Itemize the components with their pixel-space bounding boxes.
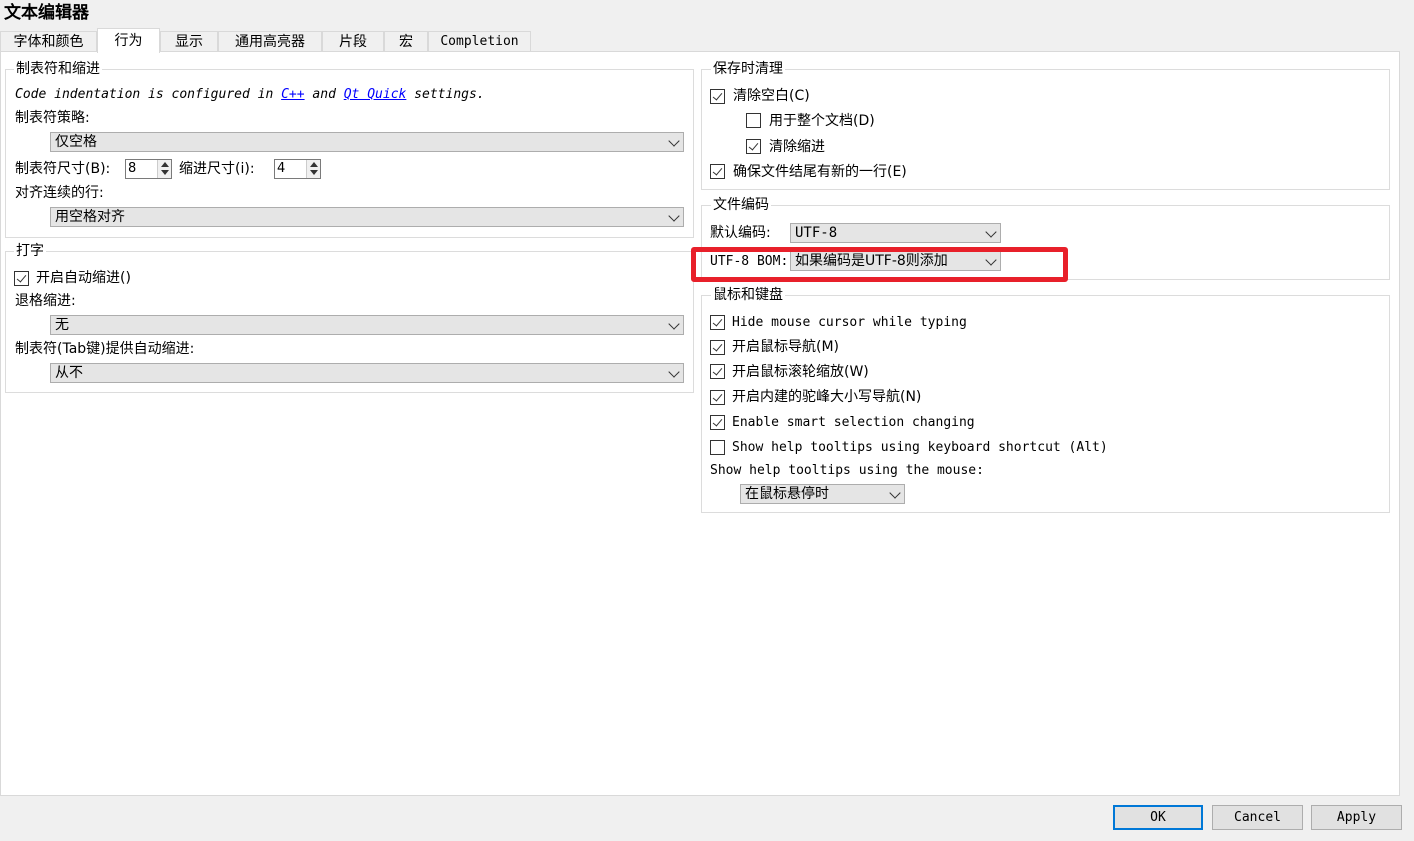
page-title: 文本编辑器 xyxy=(4,3,89,23)
mouse-navigation-label: 开启鼠标导航(M) xyxy=(732,339,840,355)
clean-whitespace-label: 清除空白(C) xyxy=(733,88,810,104)
tab-font-colors[interactable]: 字体和颜色 xyxy=(0,31,97,52)
clean-indentation-label: 清除缩进 xyxy=(769,139,825,155)
mouse-keyboard-title: 鼠标和键盘 xyxy=(711,286,785,304)
spin-up-icon xyxy=(161,162,169,167)
backspace-indent-label: 退格缩进: xyxy=(15,293,76,309)
hint-and: and xyxy=(304,87,344,102)
auto-indent-checkbox[interactable] xyxy=(14,271,29,286)
tab-policy-value: 仅空格 xyxy=(55,134,97,150)
tab-size-spinbox[interactable]: 8 xyxy=(125,159,172,179)
auto-indent-label: 开启自动缩进() xyxy=(36,270,131,286)
tab-completion[interactable]: Completion xyxy=(428,31,531,52)
indent-size-value: 4 xyxy=(277,161,286,176)
hint-text: Code indentation is configured in xyxy=(15,87,282,102)
tab-key-indent-value: 从不 xyxy=(55,365,83,381)
chevron-down-icon xyxy=(668,318,680,330)
mouse-tooltips-select[interactable]: 在鼠标悬停时 xyxy=(740,484,905,504)
typing-title: 打字 xyxy=(14,242,46,260)
chevron-down-icon xyxy=(668,366,680,378)
spin-buttons[interactable] xyxy=(157,160,171,178)
clean-indentation-checkbox[interactable] xyxy=(746,139,761,154)
hide-cursor-checkbox[interactable] xyxy=(710,315,725,330)
keyboard-tooltips-checkbox[interactable] xyxy=(710,440,725,455)
backspace-indent-select[interactable]: 无 xyxy=(50,315,684,335)
tab-behavior[interactable]: 行为 xyxy=(97,28,160,53)
entire-document-checkbox[interactable] xyxy=(746,113,761,128)
tab-policy-label: 制表符策略: xyxy=(15,110,90,126)
hint-suffix: settings. xyxy=(406,87,485,102)
wheel-zoom-label: 开启鼠标滚轮缩放(W) xyxy=(732,364,869,380)
default-encoding-select[interactable]: UTF-8 xyxy=(790,223,1001,243)
spin-buttons[interactable] xyxy=(306,160,320,178)
tab-display[interactable]: 显示 xyxy=(160,31,218,52)
chevron-down-icon xyxy=(668,210,680,222)
camelcase-navigation-label: 开启内建的驼峰大小写导航(N) xyxy=(732,389,922,405)
ensure-newline-label: 确保文件结尾有新的一行(E) xyxy=(733,164,907,180)
ensure-newline-checkbox[interactable] xyxy=(710,164,725,179)
highlight-annotation xyxy=(691,247,1068,282)
align-lines-label: 对齐连续的行: xyxy=(15,185,104,201)
smart-selection-label: Enable smart selection changing xyxy=(732,415,975,430)
mouse-tooltips-value: 在鼠标悬停时 xyxy=(745,486,829,502)
indent-size-label: 缩进尺寸(i): xyxy=(179,161,255,177)
mouse-tooltips-label: Show help tooltips using the mouse: xyxy=(710,463,984,478)
tab-key-indent-select[interactable]: 从不 xyxy=(50,363,684,383)
hide-cursor-label: Hide mouse cursor while typing xyxy=(732,315,967,330)
tab-size-label: 制表符尺寸(B): xyxy=(15,161,111,177)
chevron-down-icon xyxy=(668,135,680,147)
camelcase-navigation-checkbox[interactable] xyxy=(710,390,725,405)
cpp-settings-link[interactable]: C++ xyxy=(281,87,304,102)
keyboard-tooltips-label: Show help tooltips using keyboard shortc… xyxy=(732,440,1108,455)
spin-down-icon xyxy=(161,170,169,175)
tab-generic-highlighter[interactable]: 通用高亮器 xyxy=(218,31,322,52)
chevron-down-icon xyxy=(889,487,901,499)
wheel-zoom-checkbox[interactable] xyxy=(710,364,725,379)
tab-macros[interactable]: 宏 xyxy=(384,31,428,52)
default-encoding-label: 默认编码: xyxy=(710,225,771,241)
qtquick-settings-link[interactable]: Qt Quick xyxy=(344,87,407,102)
encoding-title: 文件编码 xyxy=(711,196,771,214)
clean-whitespace-checkbox[interactable] xyxy=(710,89,725,104)
tab-snippets[interactable]: 片段 xyxy=(322,31,384,52)
text-editor-settings: 文本编辑器 字体和颜色 行为 显示 通用高亮器 片段 宏 Completion … xyxy=(0,0,1414,841)
cancel-button[interactable]: Cancel xyxy=(1212,805,1303,830)
align-lines-select[interactable]: 用空格对齐 xyxy=(50,207,684,227)
default-encoding-value: UTF-8 xyxy=(795,225,838,241)
ok-button[interactable]: OK xyxy=(1113,805,1203,830)
indentation-hint: Code indentation is configured in C++ an… xyxy=(15,86,485,104)
tab-key-indent-label: 制表符(Tab键)提供自动缩进: xyxy=(15,341,195,357)
mouse-navigation-checkbox[interactable] xyxy=(710,340,725,355)
smart-selection-checkbox[interactable] xyxy=(710,415,725,430)
align-lines-value: 用空格对齐 xyxy=(55,209,125,225)
tab-size-value: 8 xyxy=(128,161,137,176)
tab-policy-select[interactable]: 仅空格 xyxy=(50,132,684,152)
tabs-indentation-title: 制表符和缩进 xyxy=(14,60,102,78)
backspace-indent-value: 无 xyxy=(55,317,69,333)
apply-button[interactable]: Apply xyxy=(1311,805,1402,830)
spin-down-icon xyxy=(310,170,318,175)
chevron-down-icon xyxy=(985,226,997,238)
cleanup-title: 保存时清理 xyxy=(711,60,785,78)
spin-up-icon xyxy=(310,162,318,167)
indent-size-spinbox[interactable]: 4 xyxy=(274,159,321,179)
entire-document-label: 用于整个文档(D) xyxy=(769,113,875,129)
